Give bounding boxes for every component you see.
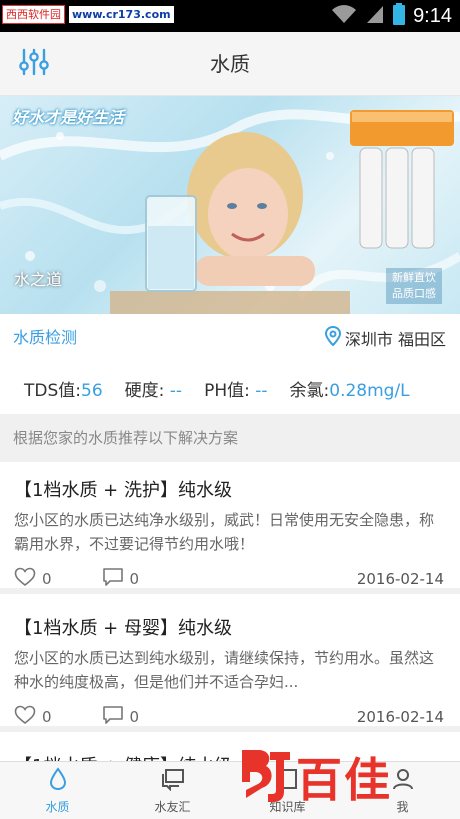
- card-actions: 0 0 2016-02-14: [14, 566, 444, 592]
- wifi-icon: [331, 4, 357, 28]
- solution-card[interactable]: 【1档水质 + 洗护】纯水级 您小区的水质已达纯净水级别，威武！日常使用无安全隐…: [0, 462, 460, 594]
- banner-tag: 新鲜直饮 品质口感: [386, 268, 442, 304]
- page-title: 水质: [210, 52, 250, 76]
- battery-icon: [393, 3, 406, 29]
- metric-label: PH值:: [204, 380, 250, 401]
- comment-count: 0: [129, 570, 140, 588]
- banner-tag-line2: 品质口感: [392, 287, 436, 300]
- card-date: 2016-02-14: [356, 570, 444, 588]
- card-date: 2016-02-14: [356, 708, 444, 726]
- card-actions: 0 0 2016-02-14: [14, 704, 444, 730]
- metrics-row: TDS值:56 硬度: -- PH值: -- 余氯:0.28mg/L: [0, 362, 460, 414]
- status-bar: 西西软件园 www.cr173.com 9:14: [0, 0, 460, 32]
- card-title: 【1档水质 + 洗护】纯水级: [14, 480, 232, 501]
- metric-label: 余氯:: [289, 380, 330, 401]
- card-description: 您小区的水质已达纯净水级别，威武！日常使用无安全隐患，称霸用水界，不过要记得节约…: [14, 511, 435, 553]
- banner-tag-line1: 新鲜直饮: [392, 271, 436, 284]
- tab-water-quality[interactable]: 水质: [0, 762, 115, 819]
- comment-button[interactable]: 0: [102, 705, 140, 729]
- banner-slogan: 好水才是好生活: [12, 108, 125, 127]
- tab-water-friends[interactable]: 水友汇: [115, 762, 230, 819]
- comment-icon: [102, 705, 124, 729]
- like-count: 0: [42, 570, 52, 588]
- comment-icon: [102, 567, 124, 591]
- metric-label: 硬度:: [124, 380, 165, 401]
- solution-card[interactable]: 【1档水质 + 母婴】纯水级 您小区的水质已达到纯水级别，请继续保持，节约用水。…: [0, 600, 460, 732]
- like-count: 0: [42, 708, 52, 726]
- metric-value: --: [164, 380, 183, 401]
- card-description: 您小区的水质已达到纯水级别，请继续保持，节约用水。虽然这种水的纯度极高，但是他们…: [14, 649, 435, 691]
- metric-ph: PH值: --: [204, 376, 267, 401]
- location-text: 深圳市 福田区: [344, 330, 446, 349]
- heart-icon: [14, 567, 36, 591]
- promo-banner[interactable]: 好水才是好生活 水之道 新鲜直饮 品质口感: [0, 96, 460, 314]
- banner-caption: 水之道: [14, 270, 63, 289]
- metric-value: 0.28mg/L: [329, 380, 410, 401]
- metric-tds: TDS值:56: [24, 376, 103, 401]
- tab-label: 水友汇: [154, 799, 191, 814]
- logo-text: 百佳: [296, 753, 392, 807]
- status-icons: 9:14: [331, 0, 452, 32]
- chat-icon: [160, 767, 186, 794]
- comment-button[interactable]: 0: [102, 567, 140, 591]
- metric-value: 56: [81, 380, 103, 401]
- watermark-url: www.cr173.com: [69, 5, 174, 23]
- metric-value: --: [249, 380, 268, 401]
- info-row: 水质检测 深圳市 福田区: [0, 314, 460, 362]
- watermark: 西西软件园 www.cr173.com: [2, 4, 174, 24]
- water-drop-icon: [48, 766, 68, 794]
- signal-icon: [365, 4, 385, 28]
- tab-label: 水质: [45, 799, 70, 814]
- status-time: 9:14: [413, 4, 452, 27]
- logo-mark-icon: [236, 746, 292, 808]
- like-button[interactable]: 0: [14, 567, 52, 591]
- recommend-header: 根据您家的水质推荐以下解决方案: [0, 414, 460, 462]
- metric-chlorine: 余氯:0.28mg/L: [290, 376, 410, 401]
- like-button[interactable]: 0: [14, 705, 52, 729]
- location-selector[interactable]: 深圳市 福田区: [324, 314, 446, 362]
- watermark-name: 西西软件园: [2, 4, 65, 24]
- metric-hardness: 硬度: --: [125, 376, 182, 401]
- heart-icon: [14, 705, 36, 729]
- location-pin-icon: [324, 325, 341, 350]
- water-detect-link[interactable]: 水质检测: [13, 314, 77, 362]
- watermark-logo: 百佳: [236, 746, 438, 808]
- metric-label: TDS值:: [24, 380, 81, 401]
- app-header: 水质: [0, 32, 460, 96]
- comment-count: 0: [129, 708, 140, 726]
- card-title: 【1档水质 + 母婴】纯水级: [14, 618, 232, 639]
